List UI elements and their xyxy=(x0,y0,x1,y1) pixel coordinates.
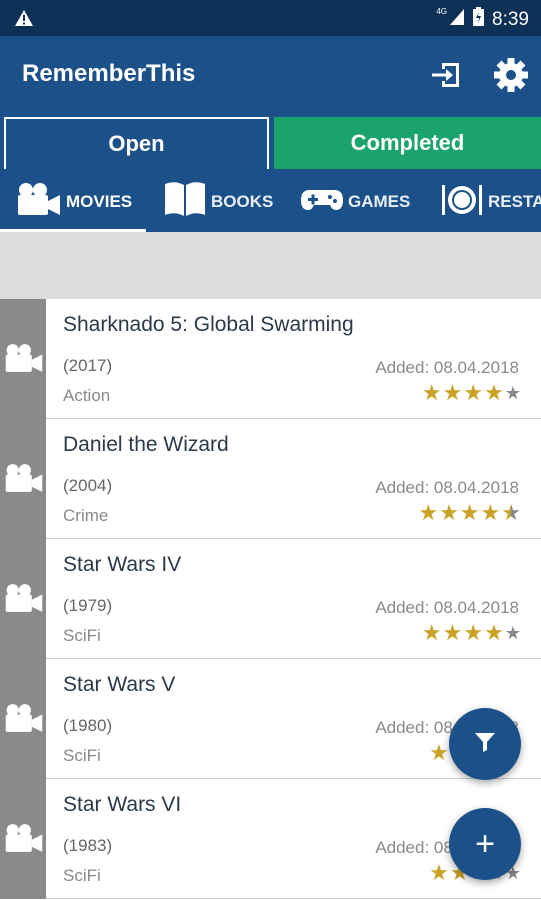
item-genre: SciFi xyxy=(63,746,101,765)
star-filled-icon: ★ xyxy=(421,380,442,405)
item-type-strip xyxy=(0,539,46,659)
star-filled-icon: ★ xyxy=(429,740,449,765)
tab-games[interactable]: GAMES xyxy=(300,171,410,232)
list-item[interactable]: Sharknado 5: Global Swarming (2017) Acti… xyxy=(0,299,541,419)
tab-restaurants-label: RESTA xyxy=(488,191,541,211)
item-rating: ★★★★★ xyxy=(422,622,521,644)
item-added-date: Added: 08.04.2018 xyxy=(375,478,519,497)
item-title: Star Wars IV xyxy=(63,553,182,576)
tab-movies-label: MOVIES xyxy=(66,191,133,211)
app-bar: RememberThis xyxy=(0,36,541,111)
star-filled-icon: ★ xyxy=(429,860,449,885)
item-genre: SciFi xyxy=(63,866,101,885)
item-genre: Action xyxy=(63,386,111,405)
star-filled-icon: ★ xyxy=(421,620,442,645)
tab-books[interactable]: BOOKS xyxy=(163,171,273,232)
item-title: Star Wars V xyxy=(63,673,176,696)
item-genre: Crime xyxy=(63,506,109,525)
star-filled-icon: ★ xyxy=(418,500,439,525)
item-title: Star Wars VI xyxy=(63,793,182,816)
list-header-spacer xyxy=(0,232,541,299)
movie-camera-icon xyxy=(16,182,62,221)
list-item[interactable]: Daniel the Wizard (2004) Crime Added: 08… xyxy=(0,419,541,539)
app-title: RememberThis xyxy=(22,60,196,87)
status-bar: 4G 8:39 xyxy=(0,0,541,36)
item-rating: ★★★★★ xyxy=(422,382,521,404)
item-title: Sharknado 5: Global Swarming xyxy=(63,313,354,336)
tab-completed[interactable]: Completed xyxy=(274,117,541,169)
item-type-strip xyxy=(0,659,46,779)
battery-icon xyxy=(473,7,485,32)
star-empty-icon: ★ xyxy=(504,383,521,403)
star-filled-icon: ★ xyxy=(459,500,480,525)
login-icon[interactable] xyxy=(428,56,466,94)
item-rating: ★★★★★ xyxy=(418,502,521,524)
filter-icon xyxy=(474,731,496,758)
star-filled-icon: ★ xyxy=(439,500,459,525)
star-half-icon: ★ xyxy=(501,500,521,525)
item-title: Daniel the Wizard xyxy=(63,433,229,456)
item-type-strip xyxy=(0,299,46,419)
star-filled-icon: ★ xyxy=(480,500,501,525)
item-year: (1980) xyxy=(63,716,113,735)
item-added-date: Added: 08.04.2018 xyxy=(375,598,519,617)
item-genre: SciFi xyxy=(63,626,101,645)
item-year: (1983) xyxy=(63,836,113,855)
add-button[interactable]: + xyxy=(449,808,521,880)
item-type-strip xyxy=(0,419,46,539)
tab-games-label: GAMES xyxy=(348,191,411,211)
star-empty-icon: ★ xyxy=(504,623,521,643)
list-item[interactable]: Star Wars IV (1979) SciFi Added: 08.04.2… xyxy=(0,539,541,659)
book-icon xyxy=(163,180,207,223)
filter-button[interactable] xyxy=(449,708,521,780)
item-list: Sharknado 5: Global Swarming (2017) Acti… xyxy=(0,299,541,900)
network-type: 4G xyxy=(436,7,448,16)
tab-restaurants[interactable]: RESTA xyxy=(440,171,541,232)
star-filled-icon: ★ xyxy=(463,620,484,645)
star-filled-icon: ★ xyxy=(442,380,463,405)
item-type-strip xyxy=(0,779,46,899)
tab-books-label: BOOKS xyxy=(211,191,274,211)
star-filled-icon: ★ xyxy=(484,620,504,645)
gamepad-icon xyxy=(300,185,344,218)
warning-icon xyxy=(14,9,34,32)
signal-icon xyxy=(449,8,465,32)
gear-icon[interactable] xyxy=(492,56,530,94)
item-added-date: Added: 08.04.2018 xyxy=(375,358,519,377)
item-year: (2004) xyxy=(63,476,113,495)
item-year: (1979) xyxy=(63,596,113,615)
tab-movies[interactable]: MOVIES xyxy=(16,171,132,232)
item-year: (2017) xyxy=(63,356,113,375)
restaurant-icon xyxy=(440,179,484,224)
star-filled-icon: ★ xyxy=(484,380,504,405)
tab-open[interactable]: Open xyxy=(4,117,269,169)
clock: 8:39 xyxy=(492,8,529,30)
star-filled-icon: ★ xyxy=(463,380,484,405)
status-tabs: Open Completed xyxy=(0,111,541,171)
category-tabs: MOVIES BOOKS GAMES RESTA xyxy=(0,171,541,232)
star-filled-icon: ★ xyxy=(442,620,463,645)
